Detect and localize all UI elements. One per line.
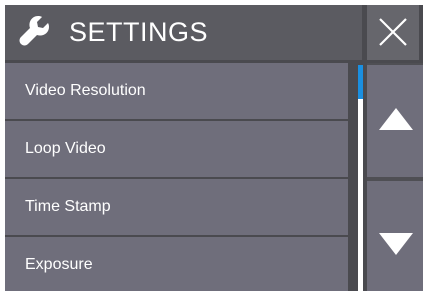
arrow-up-icon [379, 108, 413, 130]
close-icon [379, 18, 407, 46]
scroll-up-button[interactable] [367, 65, 423, 177]
page-title: SETTINGS [69, 17, 209, 47]
menu-item-label: Exposure [25, 256, 93, 273]
scroll-down-button[interactable] [367, 181, 423, 291]
menu-item-label: Loop Video [25, 140, 106, 157]
menu-item-time-stamp[interactable]: Time Stamp [5, 179, 348, 235]
scrollbar-thumb[interactable] [358, 65, 363, 99]
menu-item-label: Video Resolution [25, 82, 146, 99]
scrollbar[interactable] [358, 65, 363, 291]
menu-item-label: Time Stamp [25, 198, 111, 215]
settings-screen: SETTINGS Video Resolution Loop Video Tim… [5, 5, 423, 291]
close-button[interactable] [367, 5, 419, 60]
settings-header: SETTINGS [5, 5, 362, 60]
arrow-down-icon [379, 233, 413, 255]
menu-item-exposure[interactable]: Exposure [5, 237, 348, 291]
menu-item-loop-video[interactable]: Loop Video [5, 121, 348, 177]
settings-list: Video Resolution Loop Video Time Stamp E… [5, 63, 348, 291]
wrench-icon [16, 13, 56, 53]
menu-item-video-resolution[interactable]: Video Resolution [5, 63, 348, 119]
